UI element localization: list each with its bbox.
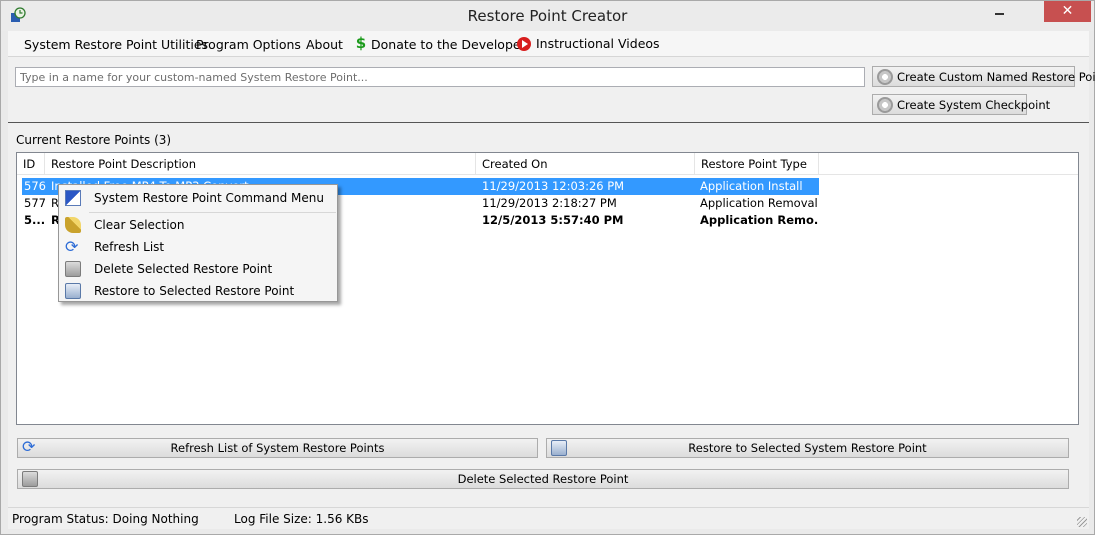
button-label: Create System Checkpoint (897, 97, 1051, 112)
cell-type: Application Removal (700, 196, 818, 210)
dollar-icon: $ (355, 34, 367, 52)
context-menu-label: Refresh List (94, 240, 165, 254)
button-label: Delete Selected Restore Point (457, 472, 629, 486)
cell-id: 5... (24, 213, 46, 227)
menu-program-options[interactable]: Program Options (196, 37, 301, 52)
cell-created-on: 11/29/2013 2:18:27 PM (482, 196, 617, 210)
menu-donate[interactable]: $ Donate to the Developer (355, 36, 526, 52)
checkpoint-icon (877, 68, 893, 85)
command-menu-icon (65, 190, 81, 206)
context-menu-refresh-list[interactable]: Refresh List (59, 236, 337, 258)
button-label: Refresh List of System Restore Points (170, 441, 385, 455)
create-system-checkpoint-button[interactable]: Create System Checkpoint (872, 94, 1050, 115)
divider (8, 122, 1089, 123)
trash-icon (65, 261, 81, 277)
column-header-created-on[interactable]: Created On (476, 153, 695, 175)
refresh-icon (65, 236, 81, 258)
menu-label: System Restore Point Utilities (24, 37, 209, 52)
resize-grip[interactable] (1077, 517, 1087, 527)
program-status: Program Status: Doing Nothing (12, 512, 199, 526)
cell-id: 577 (24, 196, 46, 210)
context-menu-label: Clear Selection (94, 218, 185, 232)
minimize-button[interactable] (986, 3, 1012, 23)
restore-selected-button[interactable]: Restore to Selected System Restore Point (546, 438, 1069, 458)
context-menu-clear-selection[interactable]: Clear Selection (59, 214, 337, 236)
context-menu-restore[interactable]: Restore to Selected Restore Point (59, 280, 337, 302)
list-header: ID Restore Point Description Created On … (17, 153, 1078, 175)
play-icon (517, 36, 531, 51)
cell-created-on: 12/5/2013 5:57:40 PM (482, 213, 624, 227)
status-bar: Program Status: Doing Nothing Log File S… (8, 507, 1089, 529)
restore-icon (65, 283, 81, 299)
context-menu-label: System Restore Point Command Menu (94, 191, 324, 205)
menu-label: Donate to the Developer (371, 36, 526, 52)
restore-points-count-label: Current Restore Points (3) (16, 133, 172, 147)
checkpoint-icon (877, 96, 893, 113)
menu-label: About (306, 37, 343, 52)
context-menu: System Restore Point Command Menu Clear … (58, 184, 338, 302)
menu-label: Program Options (196, 37, 301, 52)
context-menu-label: Delete Selected Restore Point (94, 262, 273, 276)
menu-bar: System Restore Point Utilities Program O… (8, 31, 1089, 57)
cell-type: Application Remo... (700, 213, 818, 227)
cell-type: Application Install (700, 179, 803, 193)
menu-instructional-videos[interactable]: Instructional Videos (517, 36, 660, 51)
column-header-type[interactable]: Restore Point Type (695, 153, 819, 175)
button-label: Restore to Selected System Restore Point (688, 441, 927, 455)
window-title: Restore Point Creator (467, 7, 628, 25)
broom-icon (65, 217, 81, 233)
create-custom-restore-point-button[interactable]: Create Custom Named Restore Point (872, 66, 1095, 87)
menu-about[interactable]: About (306, 37, 343, 52)
context-menu-title[interactable]: System Restore Point Command Menu (59, 187, 337, 209)
button-label: Create Custom Named Restore Point (897, 69, 1095, 84)
cell-id: 576 (24, 179, 46, 193)
context-menu-delete[interactable]: Delete Selected Restore Point (59, 258, 337, 280)
restore-point-name-input[interactable] (15, 67, 865, 87)
close-button[interactable]: ✕ (1044, 1, 1091, 22)
column-header-id[interactable]: ID (17, 153, 45, 175)
column-header-description[interactable]: Restore Point Description (45, 153, 476, 175)
menu-system-restore-point-utilities[interactable]: System Restore Point Utilities (24, 37, 208, 52)
refresh-list-button[interactable]: Refresh List of System Restore Points (17, 437, 538, 458)
context-menu-separator (89, 212, 336, 213)
context-menu-label: Restore to Selected Restore Point (94, 284, 295, 298)
cell-created-on: 11/29/2013 12:03:26 PM (482, 179, 625, 193)
client-area: System Restore Point Utilities Program O… (8, 31, 1095, 529)
app-window: Restore Point Creator ✕ System Restore P… (0, 0, 1095, 535)
menu-label: Instructional Videos (536, 36, 660, 51)
log-file-size: Log File Size: 1.56 KBs (234, 512, 369, 526)
title-bar[interactable]: Restore Point Creator ✕ (1, 1, 1094, 31)
delete-selected-button[interactable]: Delete Selected Restore Point (17, 469, 1069, 489)
